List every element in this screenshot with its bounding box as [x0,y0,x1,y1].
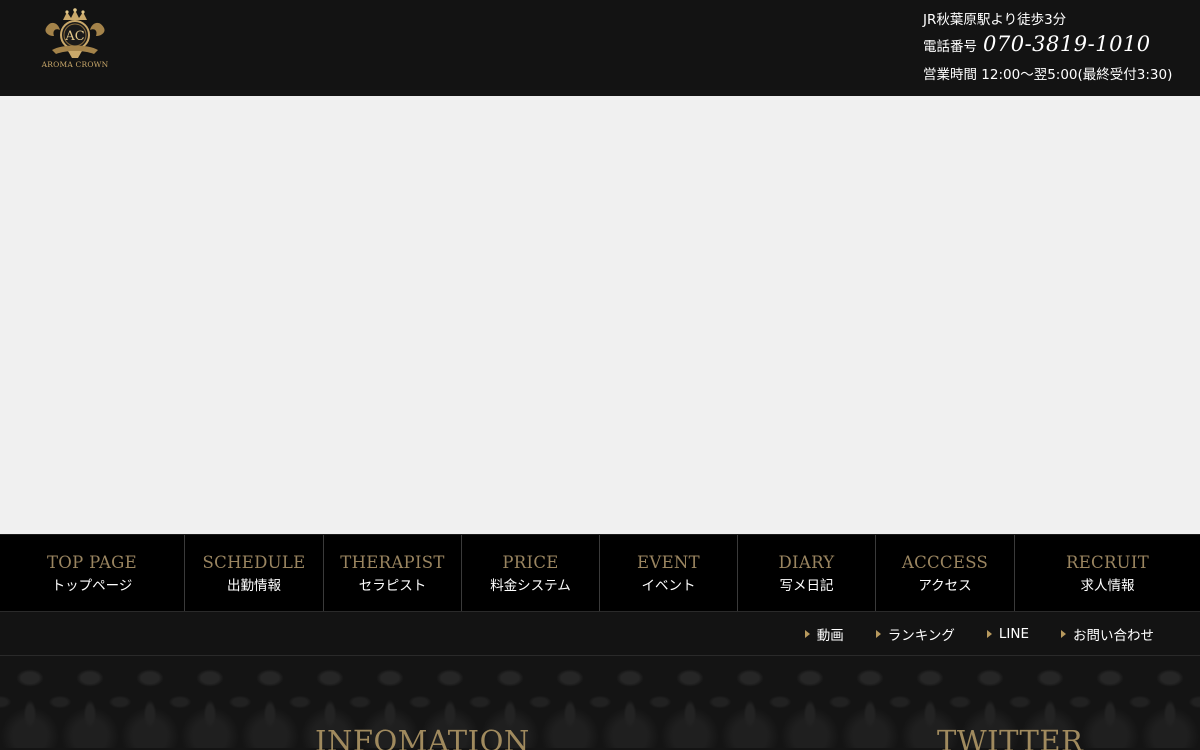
nav-label-en: PRICE [502,552,559,572]
sub-nav-item-ranking[interactable]: ランキング [875,624,955,644]
sub-nav-item-video[interactable]: 動画 [804,624,844,644]
sub-nav-label: お問い合わせ [1073,628,1154,644]
content-area: INFOMATION TWITTER [0,656,1200,750]
sub-nav-label: LINE [998,626,1029,642]
nav-item-event[interactable]: EVENT イベント [600,535,738,612]
nav-item-price[interactable]: PRICE 料金システム [462,535,600,612]
phone-number-link[interactable]: 070-3819-1010 [983,34,1151,55]
site-header: AC AROMA CROWN JR秋葉原駅より徒歩3分 電話番号 070-381… [0,0,1200,96]
nav-label-ja: 出勤情報 [227,577,281,594]
crown-crest-icon: AC [45,8,105,58]
nav-label-en: DIARY [778,552,835,572]
nav-label-en: RECRUIT [1065,552,1150,572]
nav-item-recruit[interactable]: RECRUIT 求人情報 [1015,535,1200,612]
logo-monogram: AC [64,29,84,44]
nav-label-en: SCHEDULE [202,552,306,572]
arrow-right-icon [1061,630,1066,638]
main-nav: TOP PAGE トップページ SCHEDULE 出勤情報 THERAPIST … [0,534,1200,612]
nav-label-ja: トップページ [51,577,133,594]
nav-label-ja: 求人情報 [1080,577,1135,594]
phone-label: 電話番号 [923,39,977,55]
business-hours: 営業時間 12:00～翌5:00(最終受付3:30) [923,67,1173,83]
nav-label-ja: 料金システム [490,577,571,594]
phone-row: 電話番号 070-3819-1010 [923,34,1151,57]
sub-nav-label: ランキング [887,628,955,644]
arrow-right-icon [804,630,810,638]
sub-nav: 動画 ランキング LINE お問い合わせ [0,611,1200,656]
nav-item-therapist[interactable]: THERAPIST セラピスト [324,535,462,612]
access-text: JR秋葉原駅より徒歩3分 [923,12,1067,28]
nav-label-en: ACCCESS [901,552,989,572]
logo-name: AROMA CROWN [41,60,109,69]
hero-banner [0,96,1200,534]
section-title-twitter: TWITTER [937,724,1084,750]
nav-label-en: EVENT [637,552,700,572]
brand-logo[interactable]: AC AROMA CROWN [38,6,112,84]
nav-item-schedule[interactable]: SCHEDULE 出勤情報 [185,535,324,612]
arrow-right-icon [986,630,992,638]
section-title-information: INFOMATION [315,724,530,750]
nav-label-en: TOP PAGE [46,552,137,572]
nav-label-ja: 写メ日記 [779,577,834,594]
sub-nav-label: 動画 [816,628,844,644]
nav-item-diary[interactable]: DIARY 写メ日記 [738,535,876,612]
nav-label-ja: セラピスト [358,577,427,594]
arrow-right-icon [875,630,881,638]
sub-nav-list: 動画 ランキング LINE お問い合わせ [773,612,1154,656]
nav-label-ja: イベント [641,577,696,594]
nav-label-ja: アクセス [918,577,972,594]
sub-nav-item-line[interactable]: LINE [986,626,1029,642]
nav-item-access[interactable]: ACCCESS アクセス [876,535,1015,612]
sub-nav-item-contact[interactable]: お問い合わせ [1061,624,1154,644]
nav-label-en: THERAPIST [340,552,445,572]
nav-item-top-page[interactable]: TOP PAGE トップページ [0,535,185,612]
